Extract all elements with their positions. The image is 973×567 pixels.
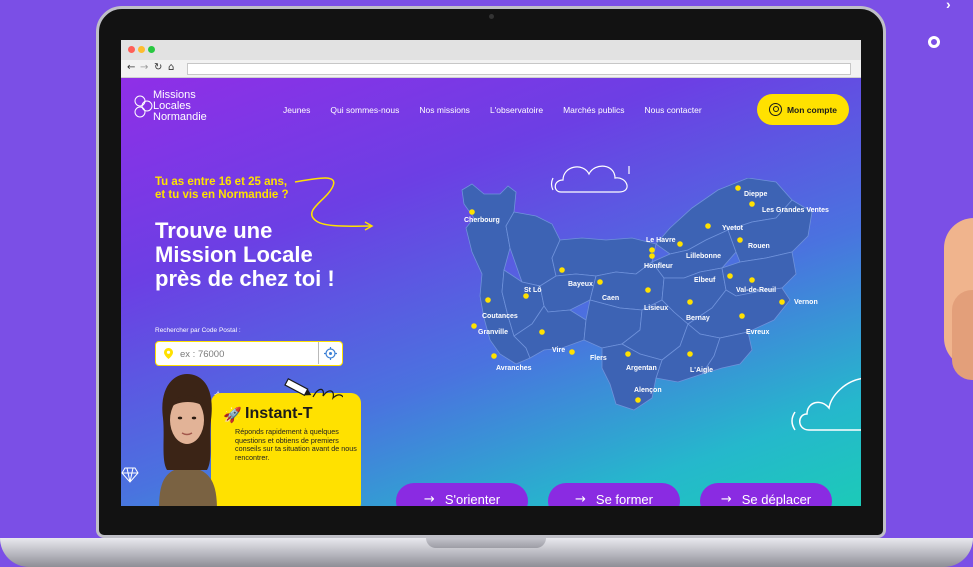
svg-text:Bayeux: Bayeux xyxy=(568,281,593,288)
account-button-label: Mon compte xyxy=(786,104,838,115)
svg-text:Granville: Granville xyxy=(478,329,508,336)
forward-icon[interactable]: → xyxy=(140,62,148,73)
svg-text:Lisieux: Lisieux xyxy=(644,305,668,312)
logo-text: Missions Locales Normandie xyxy=(153,90,207,123)
minimize-window-icon[interactable] xyxy=(138,46,145,53)
hero-intro: Tu as entre 16 et 25 ans, et tu vis en N… xyxy=(155,176,289,202)
hero-intro-line-2: et tu vis en Normandie ? xyxy=(155,189,289,201)
se-former-button[interactable]: → Se former xyxy=(548,483,680,506)
account-button[interactable]: Mon compte xyxy=(757,94,849,125)
main-menu: Jeunes Qui sommes-nous Nos missions L'ob… xyxy=(283,105,702,119)
reload-icon[interactable]: ↻ xyxy=(154,62,162,73)
svg-text:Argentan: Argentan xyxy=(626,365,657,372)
orienter-button[interactable]: → S'orienter xyxy=(396,483,528,506)
menu-item-nous-contacter[interactable]: Nous contacter xyxy=(644,105,701,119)
rocket-icon: 🚀 xyxy=(223,407,242,424)
svg-text:Evreux: Evreux xyxy=(746,329,769,336)
svg-text:Cherbourg: Cherbourg xyxy=(464,217,500,224)
map-pin-icon xyxy=(164,348,173,359)
deco-circle xyxy=(928,36,940,48)
se-former-label: Se former xyxy=(595,492,653,506)
arrow-right-icon: → xyxy=(423,492,435,506)
svg-text:L'Aigle: L'Aigle xyxy=(690,367,713,374)
hand-finger-decoration xyxy=(952,290,973,380)
svg-text:St Lô: St Lô xyxy=(524,287,542,294)
orienter-label: S'orienter xyxy=(444,492,501,506)
svg-text:Yvetot: Yvetot xyxy=(722,225,744,232)
home-icon[interactable]: ⌂ xyxy=(168,62,174,73)
laptop-notch xyxy=(426,538,546,548)
svg-text:Val-de-Reuil: Val-de-Reuil xyxy=(736,287,776,294)
menu-item-qui-sommes-nous[interactable]: Qui sommes-nous xyxy=(330,105,399,119)
url-input[interactable] xyxy=(187,63,851,75)
se-deplacer-button[interactable]: → Se déplacer xyxy=(700,483,832,506)
svg-text:Coutances: Coutances xyxy=(482,313,518,320)
maximize-window-icon[interactable] xyxy=(148,46,155,53)
arrow-right-icon: → xyxy=(575,492,586,506)
website: Missions Locales Normandie Jeunes Qui so… xyxy=(121,78,861,506)
svg-text:Caen: Caen xyxy=(602,295,619,302)
back-icon[interactable]: ← xyxy=(127,62,135,73)
camera-icon xyxy=(489,14,494,19)
svg-text:Vernon: Vernon xyxy=(794,299,818,306)
laptop-screen: ← → ↻ ⌂ Missions Locales Normandie Jeune… xyxy=(121,40,861,506)
logo-rings-icon xyxy=(134,95,153,118)
svg-text:Dieppe: Dieppe xyxy=(744,191,767,198)
svg-text:Les Grandes Ventes: Les Grandes Ventes xyxy=(762,207,829,214)
close-window-icon[interactable] xyxy=(128,46,135,53)
svg-text:Avranches: Avranches xyxy=(496,365,532,372)
menu-item-nos-missions[interactable]: Nos missions xyxy=(419,105,470,119)
menu-item-observatoire[interactable]: L'observatoire xyxy=(490,105,543,119)
pencil-icon xyxy=(284,378,343,400)
instant-t-card[interactable]: 🚀 Instant-T Réponds rapidement à quelque… xyxy=(211,393,361,506)
hero-headline-line-3: près de chez toi ! xyxy=(155,266,335,291)
browser-address-bar: ← → ↻ ⌂ xyxy=(121,60,861,78)
menu-item-jeunes[interactable]: Jeunes xyxy=(283,105,310,119)
search-label: Rechercher par Code Postal : xyxy=(155,327,241,334)
geolocate-button[interactable] xyxy=(318,342,342,364)
svg-text:Lillebonne: Lillebonne xyxy=(686,253,721,260)
hero-intro-line-1: Tu as entre 16 et 25 ans, xyxy=(155,176,288,188)
deco-arrow: › xyxy=(946,0,951,12)
hero-headline-line-2: Mission Locale xyxy=(155,242,313,267)
svg-text:Le Havre: Le Havre xyxy=(646,237,676,244)
instant-t-description: Réponds rapidement à quelques questions … xyxy=(235,427,357,462)
postal-code-input[interactable] xyxy=(180,346,315,362)
svg-text:Flers: Flers xyxy=(590,355,607,362)
svg-text:Alençon: Alençon xyxy=(634,387,662,394)
normandie-map[interactable]: Cherbourg Dieppe Les Grandes Ventes Yvet… xyxy=(456,178,856,458)
logo-line-3: Normandie xyxy=(153,111,207,123)
young-person-photo xyxy=(159,374,217,506)
user-icon xyxy=(768,103,782,116)
logo[interactable]: Missions Locales Normandie xyxy=(133,90,213,130)
svg-text:Bernay: Bernay xyxy=(686,315,710,322)
instant-t-title: Instant-T xyxy=(245,405,313,422)
svg-text:Honfleur: Honfleur xyxy=(644,263,673,270)
hero-headline-line-1: Trouve une xyxy=(155,218,273,243)
svg-text:Rouen: Rouen xyxy=(748,243,770,250)
diamond-icon xyxy=(121,467,139,483)
svg-text:Elbeuf: Elbeuf xyxy=(694,277,716,284)
arrow-right-icon: → xyxy=(720,492,732,506)
crosshair-icon xyxy=(324,346,337,360)
browser-titlebar xyxy=(121,40,861,60)
hero-headline: Trouve une Mission Locale près de chez t… xyxy=(155,219,335,291)
svg-text:Vire: Vire xyxy=(552,347,565,354)
menu-item-marches-publics[interactable]: Marchés publics xyxy=(563,105,624,119)
se-deplacer-label: Se déplacer xyxy=(741,492,812,506)
postal-code-search xyxy=(155,341,343,366)
